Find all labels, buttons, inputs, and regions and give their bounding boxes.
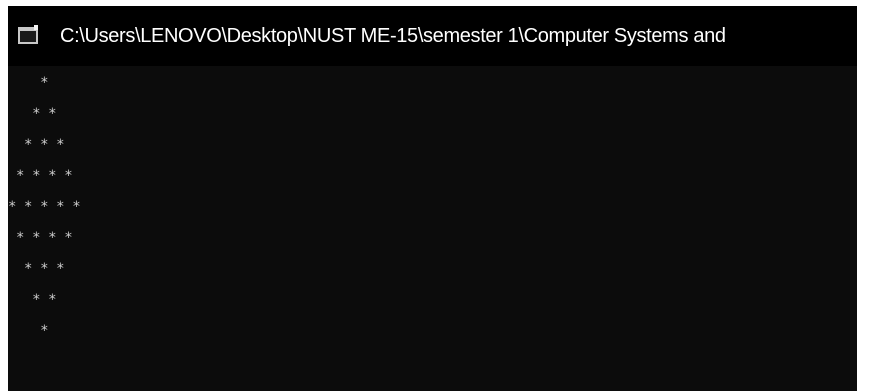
console-output-line: * * *: [8, 137, 65, 153]
console-output-line: * * * *: [8, 168, 73, 184]
console-output-line: * *: [8, 106, 57, 122]
window-title: C:\Users\LENOVO\Desktop\NUST ME-15\semes…: [60, 25, 726, 47]
console-output-line: * * *: [8, 261, 65, 277]
title-bar[interactable]: C:\Users\LENOVO\Desktop\NUST ME-15\semes…: [8, 6, 857, 66]
console-window-icon[interactable]: [18, 25, 38, 44]
console-output-line: * *: [8, 292, 57, 308]
console-output-line: * * * * *: [8, 199, 81, 215]
console-output-area[interactable]: * * * * * * * * * * * * * * * * * * * * …: [8, 66, 857, 391]
console-output-line: *: [8, 323, 49, 339]
console-output-line: *: [8, 75, 49, 91]
console-window: C:\Users\LENOVO\Desktop\NUST ME-15\semes…: [8, 6, 857, 391]
console-output-line: * * * *: [8, 230, 73, 246]
